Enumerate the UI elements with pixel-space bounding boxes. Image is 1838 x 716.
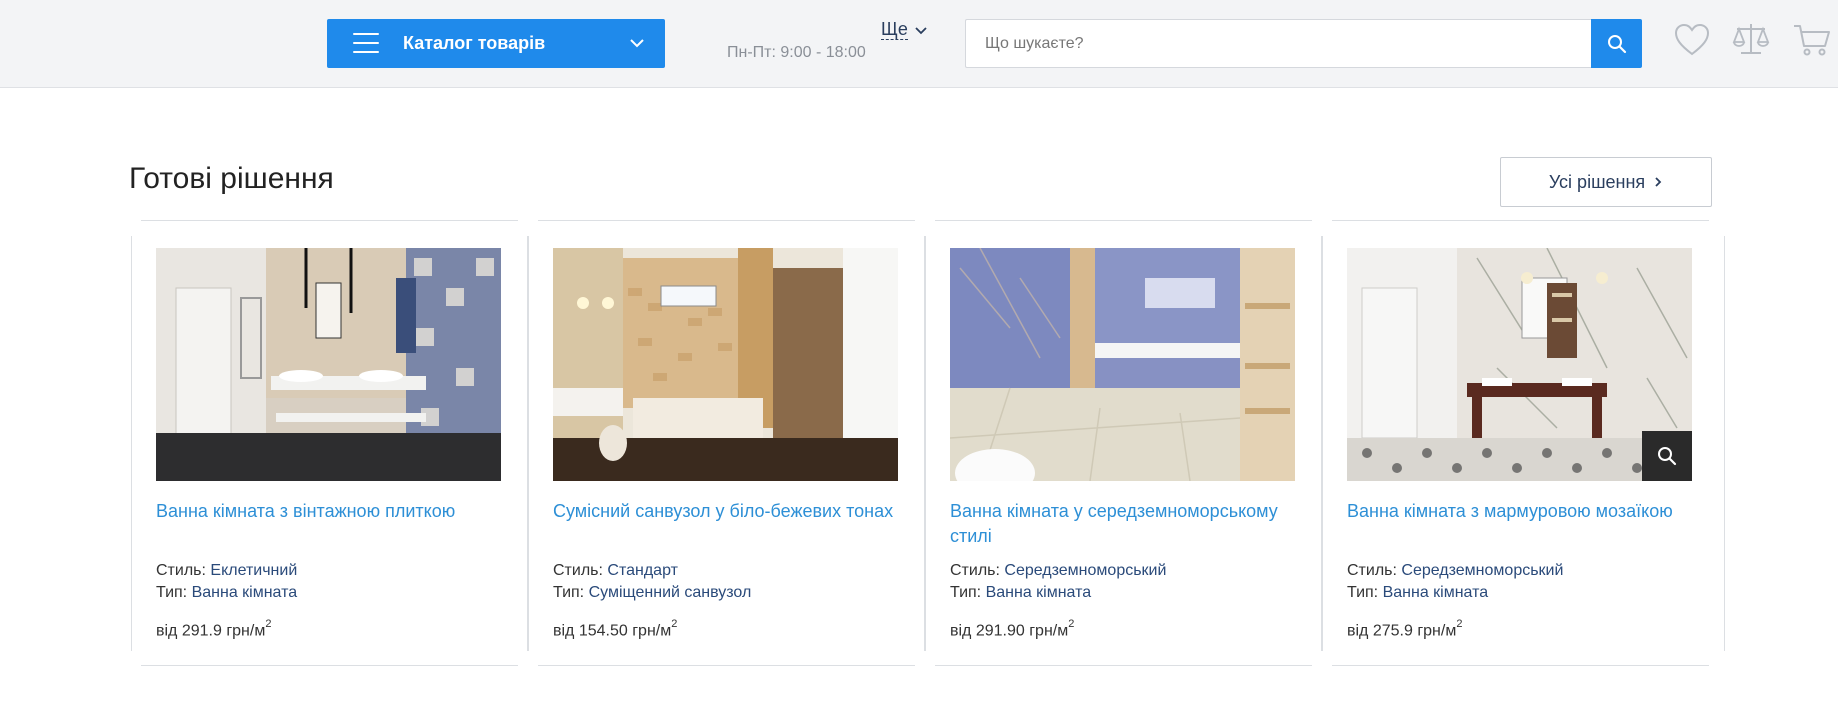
- type-row: Тип: Ванна кімната: [156, 584, 297, 602]
- chevron-down-icon: [630, 39, 644, 48]
- price-text: від 291.90 грн/м: [950, 622, 1069, 640]
- price: від 291.90 грн/м2: [950, 618, 1075, 640]
- price-unit-sup: 2: [1068, 618, 1075, 630]
- price: від 291.9 грн/м2: [156, 618, 272, 640]
- type-row: Тип: Ванна кімната: [950, 584, 1091, 602]
- style-value-link[interactable]: Еклетичний: [210, 562, 297, 579]
- style-row: Стиль: Еклетичний: [156, 562, 297, 580]
- solution-card[interactable]: Ванна кімната з вінтажною плиткою Стиль:…: [131, 220, 528, 666]
- type-value-link[interactable]: Суміщенний санвузол: [589, 584, 752, 601]
- price-text: від 154.50 грн/м: [553, 622, 672, 640]
- price: від 154.50 грн/м2: [553, 618, 678, 640]
- solution-card[interactable]: Ванна кімната з мармуровою мозаїкою Стил…: [1322, 220, 1725, 666]
- price-text: від 291.9 грн/м: [156, 622, 266, 640]
- style-value-link[interactable]: Середземноморський: [1401, 562, 1563, 579]
- more-link[interactable]: Ще: [881, 19, 908, 40]
- type-label: Тип:: [950, 584, 982, 601]
- type-label: Тип:: [156, 584, 188, 601]
- style-row: Стиль: Середземноморський: [1347, 562, 1563, 580]
- zoom-button[interactable]: [1642, 431, 1692, 481]
- solution-title-link[interactable]: Ванна кімната з вінтажною плиткою: [156, 499, 511, 524]
- all-solutions-label: Усі рішення: [1548, 171, 1646, 192]
- search-icon: [1607, 34, 1626, 53]
- search-input[interactable]: [965, 19, 1592, 68]
- all-solutions-button[interactable]: Усі рішення: [1500, 157, 1712, 207]
- solution-image[interactable]: [1347, 248, 1692, 481]
- price-unit-sup: 2: [265, 618, 272, 630]
- type-value-link[interactable]: Ванна кімната: [1383, 584, 1489, 601]
- search-button[interactable]: [1591, 19, 1642, 68]
- chevron-down-icon[interactable]: [914, 24, 928, 38]
- catalog-button[interactable]: Каталог товарів: [327, 19, 665, 68]
- solution-title-link[interactable]: Сумісний санвузол у біло-бежевих тонах: [553, 499, 908, 524]
- style-row: Стиль: Стандарт: [553, 562, 678, 580]
- solution-image[interactable]: [553, 248, 898, 481]
- heart-icon[interactable]: [1672, 20, 1712, 60]
- type-value-link[interactable]: Ванна кімната: [192, 584, 298, 601]
- cart-icon[interactable]: [1792, 20, 1832, 60]
- solution-card[interactable]: Ванна кімната у середземноморському стил…: [925, 220, 1322, 666]
- type-value-link[interactable]: Ванна кімната: [986, 584, 1092, 601]
- style-value-link[interactable]: Середземноморський: [1004, 562, 1166, 579]
- price: від 275.9 грн/м2: [1347, 618, 1463, 640]
- type-label: Тип:: [1347, 584, 1379, 601]
- menu-icon: [353, 33, 379, 53]
- type-row: Тип: Ванна кімната: [1347, 584, 1488, 602]
- solution-title-link[interactable]: Ванна кімната у середземноморському стил…: [950, 499, 1305, 549]
- working-hours: Пн-Пт: 9:00 - 18:00: [727, 44, 866, 61]
- style-label: Стиль:: [950, 562, 1000, 579]
- section-title: Готові рішення: [129, 162, 334, 195]
- style-label: Стиль:: [553, 562, 603, 579]
- chevron-right-icon: [1655, 177, 1662, 187]
- compare-scales-icon[interactable]: [1731, 20, 1771, 60]
- price-unit-sup: 2: [671, 618, 678, 630]
- search-icon: [1658, 447, 1677, 466]
- style-label: Стиль:: [156, 562, 206, 579]
- price-text: від 275.9 грн/м: [1347, 622, 1457, 640]
- style-value-link[interactable]: Стандарт: [607, 562, 678, 579]
- solution-title-link[interactable]: Ванна кімната з мармуровою мозаїкою: [1347, 499, 1702, 524]
- catalog-button-label: Каталог товарів: [403, 33, 546, 53]
- style-label: Стиль:: [1347, 562, 1397, 579]
- solutions-grid: Ванна кімната з вінтажною плиткою Стиль:…: [131, 220, 1725, 670]
- price-unit-sup: 2: [1456, 618, 1463, 630]
- solution-image[interactable]: [156, 248, 501, 481]
- type-row: Тип: Суміщенний санвузол: [553, 584, 751, 602]
- solution-card[interactable]: Сумісний санвузол у біло-бежевих тонах С…: [528, 220, 925, 666]
- type-label: Тип:: [553, 584, 585, 601]
- style-row: Стиль: Середземноморський: [950, 562, 1166, 580]
- solution-image[interactable]: [950, 248, 1295, 481]
- site-header: Каталог товарів Ще Пн-Пт: 9:00 - 18:00: [0, 0, 1838, 88]
